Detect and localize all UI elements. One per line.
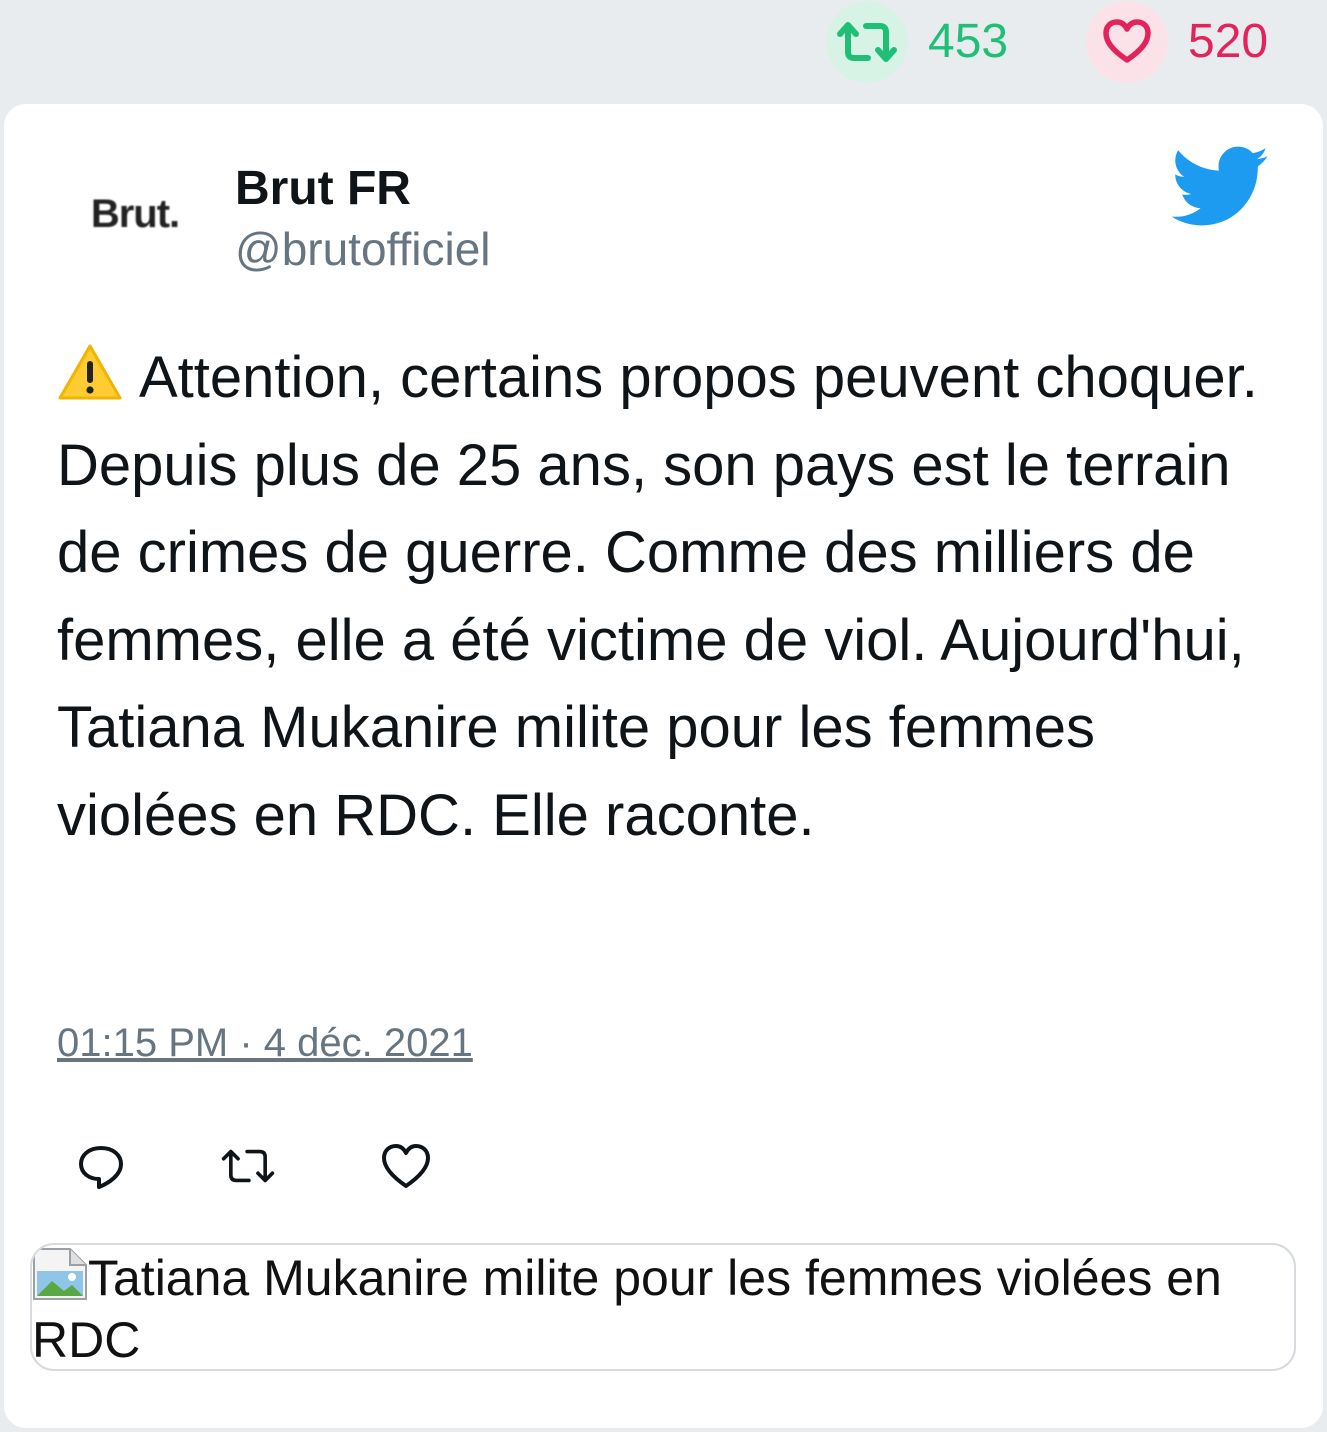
avatar[interactable]: Brut. xyxy=(60,154,210,274)
retweet-stat[interactable]: 453 xyxy=(826,0,1008,84)
retweet-count: 453 xyxy=(928,15,1009,68)
like-icon[interactable] xyxy=(378,1138,434,1194)
media-caption: Tatiana Mukanire milite pour les femmes … xyxy=(32,1250,1222,1368)
retweet-stat-icon xyxy=(826,1,908,83)
like-stat-icon xyxy=(1086,1,1168,83)
author-handle[interactable]: @brutofficiel xyxy=(235,222,491,276)
tweet-body: Attention, certains propos peuvent choqu… xyxy=(57,345,1258,848)
twitter-bird-icon[interactable] xyxy=(1172,146,1270,228)
warning-icon xyxy=(58,344,122,400)
tweet-text: Attention, certains propos peuvent choqu… xyxy=(57,334,1287,859)
reply-icon[interactable] xyxy=(73,1138,129,1194)
engagement-stats: 453 520 xyxy=(0,0,1327,100)
author-name[interactable]: Brut FR xyxy=(235,162,411,216)
like-stat[interactable]: 520 xyxy=(1086,0,1268,84)
media-alt-text: Tatiana Mukanire milite pour les femmes … xyxy=(32,1247,1294,1369)
media-card[interactable]: Tatiana Mukanire milite pour les femmes … xyxy=(30,1243,1296,1371)
tweet-timestamp-link[interactable]: 01:15 PM · 4 déc. 2021 xyxy=(57,1020,473,1066)
broken-image-icon xyxy=(33,1248,87,1300)
retweet-icon[interactable] xyxy=(220,1138,276,1194)
tweet-actions xyxy=(0,1138,1327,1198)
like-count: 520 xyxy=(1188,15,1269,68)
avatar-logo-text: Brut. xyxy=(90,191,180,236)
